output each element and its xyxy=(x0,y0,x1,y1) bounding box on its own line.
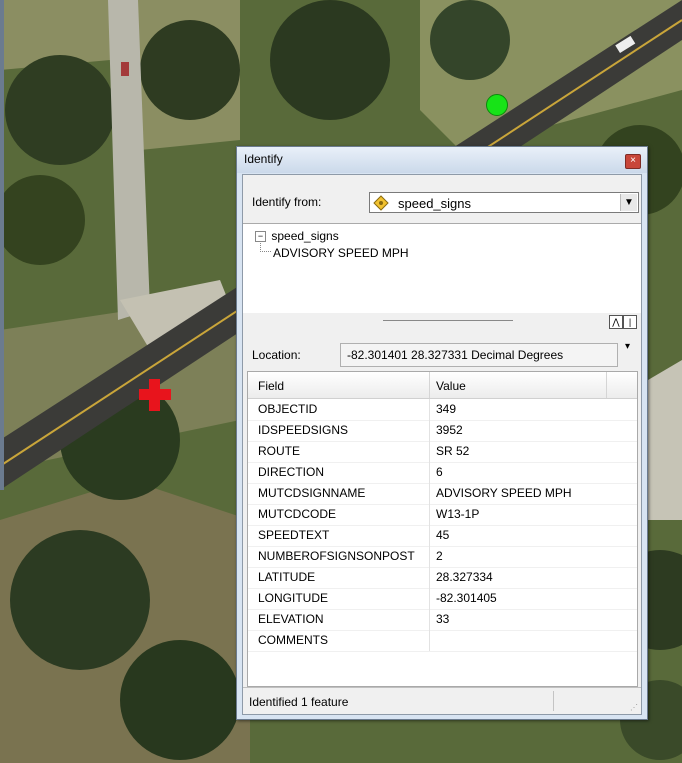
cell-value: 33 xyxy=(436,612,450,626)
table-row[interactable]: LATITUDE 28.327334 xyxy=(248,567,637,589)
cell-separator xyxy=(429,504,430,525)
table-row[interactable]: SPEEDTEXT 45 xyxy=(248,525,637,547)
table-row[interactable]: NUMBEROFSIGNSONPOST 2 xyxy=(248,546,637,568)
cell-separator xyxy=(429,588,430,609)
identify-from-value: speed_signs xyxy=(398,196,471,211)
identify-window: Identify × Identify from: speed_signs ▼ … xyxy=(236,146,648,720)
table-row[interactable]: LONGITUDE -82.301405 xyxy=(248,588,637,610)
tree-node-layer-label: speed_signs xyxy=(271,229,339,243)
table-row[interactable]: ROUTE SR 52 xyxy=(248,441,637,463)
splitter-grip xyxy=(383,320,513,321)
cell-field: SPEEDTEXT xyxy=(258,528,330,542)
resize-grip-icon[interactable]: ⋰ xyxy=(630,703,638,712)
chevron-down-icon[interactable]: ▼ xyxy=(620,194,637,211)
cell-value: ADVISORY SPEED MPH xyxy=(436,486,572,500)
table-row[interactable]: DIRECTION 6 xyxy=(248,462,637,484)
attribute-table: Field Value OBJECTID 349 IDSPEEDSIGNS 3952 R… xyxy=(247,371,638,687)
column-header-field[interactable]: Field xyxy=(258,379,284,393)
tree-connector xyxy=(260,241,271,252)
table-row[interactable]: MUTCDCODE W13-1P xyxy=(248,504,637,526)
identify-from-label: Identify from: xyxy=(252,195,322,209)
column-separator[interactable] xyxy=(429,372,430,398)
identify-from-row: Identify from: speed_signs ▼ xyxy=(243,175,641,223)
table-row[interactable]: ELEVATION 33 xyxy=(248,609,637,631)
cell-field: MUTCDSIGNNAME xyxy=(258,486,366,500)
tree-node-feature[interactable]: ADVISORY SPEED MPH xyxy=(273,246,409,260)
identify-from-dropdown[interactable]: speed_signs ▼ xyxy=(369,192,639,213)
cell-separator xyxy=(429,441,430,462)
cell-field: ROUTE xyxy=(258,444,300,458)
cell-value: 45 xyxy=(436,528,450,542)
location-label: Location: xyxy=(252,348,301,362)
column-header-value[interactable]: Value xyxy=(436,379,466,393)
cell-value: W13-1P xyxy=(436,507,480,521)
cell-field: IDSPEEDSIGNS xyxy=(258,423,349,437)
window-titlebar[interactable]: Identify × xyxy=(237,147,647,173)
table-row[interactable]: OBJECTID 349 xyxy=(248,399,637,421)
cell-separator xyxy=(429,462,430,483)
panel-splitter[interactable]: ⋀ | xyxy=(243,313,641,333)
cell-field: LONGITUDE xyxy=(258,591,329,605)
cell-separator xyxy=(429,546,430,567)
identify-client-area: Identify from: speed_signs ▼ − speed_sig… xyxy=(242,174,642,715)
point-symbol-icon xyxy=(373,195,389,211)
feature-point-marker[interactable] xyxy=(486,94,508,116)
status-separator xyxy=(553,691,554,711)
location-value: -82.301401 28.327331 Decimal Degrees xyxy=(340,343,618,367)
status-bar: Identified 1 feature ⋰ xyxy=(243,687,641,714)
cell-value: 3952 xyxy=(436,423,463,437)
location-row: Location: -82.301401 28.327331 Decimal D… xyxy=(243,335,641,370)
results-tree: − speed_signs ADVISORY SPEED MPH xyxy=(243,223,641,314)
cell-field: OBJECTID xyxy=(258,402,318,416)
cell-separator xyxy=(429,567,430,588)
cell-separator xyxy=(429,525,430,546)
table-row[interactable]: COMMENTS xyxy=(248,630,637,652)
location-units-dropdown-icon[interactable]: ▾ xyxy=(625,341,630,352)
cell-value: SR 52 xyxy=(436,444,470,458)
column-separator[interactable] xyxy=(606,372,607,398)
cell-separator xyxy=(429,483,430,504)
cell-separator xyxy=(429,630,430,651)
cell-separator xyxy=(429,609,430,630)
close-icon: × xyxy=(630,155,636,166)
cell-separator xyxy=(429,420,430,441)
cell-field: MUTCDCODE xyxy=(258,507,336,521)
status-text: Identified 1 feature xyxy=(249,695,349,709)
table-row[interactable]: MUTCDSIGNNAME ADVISORY SPEED MPH xyxy=(248,483,637,505)
table-header: Field Value xyxy=(248,372,637,399)
cell-field: ELEVATION xyxy=(258,612,324,626)
table-row[interactable]: IDSPEEDSIGNS 3952 xyxy=(248,420,637,442)
expand-down-icon[interactable]: | xyxy=(623,315,637,329)
expand-up-icon[interactable]: ⋀ xyxy=(609,315,623,329)
window-title: Identify xyxy=(244,152,283,166)
cell-value: 28.327334 xyxy=(436,570,493,584)
cell-field: DIRECTION xyxy=(258,465,324,479)
cell-value: 349 xyxy=(436,402,457,416)
identify-location-marker xyxy=(139,379,171,411)
cell-field: NUMBEROFSIGNSONPOST xyxy=(258,549,415,563)
cell-field: COMMENTS xyxy=(258,633,328,647)
close-button[interactable]: × xyxy=(625,154,641,169)
cell-value: 6 xyxy=(436,465,443,479)
cell-separator xyxy=(429,399,430,420)
cell-value: 2 xyxy=(436,549,443,563)
cell-value: -82.301405 xyxy=(436,591,497,605)
cell-field: LATITUDE xyxy=(258,570,316,584)
